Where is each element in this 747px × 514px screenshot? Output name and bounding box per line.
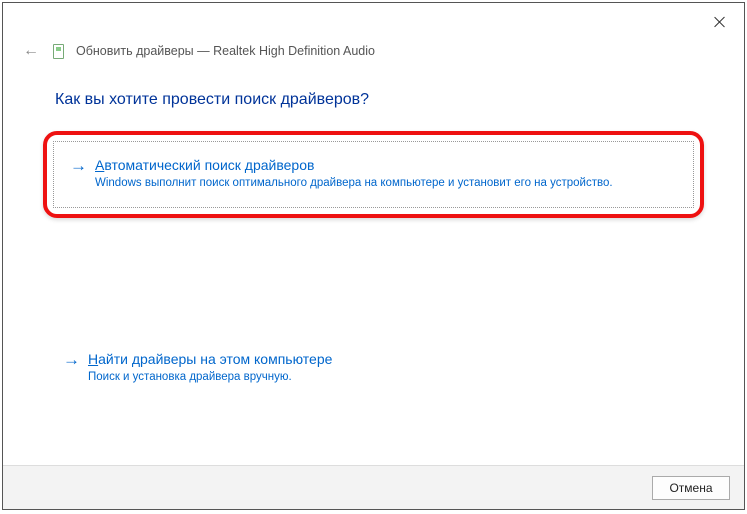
dialog-content: Как вы хотите провести поиск драйверов? … — [3, 71, 744, 401]
highlight-frame: → Автоматический поиск драйверов Windows… — [43, 131, 704, 218]
option-auto-search[interactable]: → Автоматический поиск драйверов Windows… — [53, 141, 694, 208]
option-desc: Поиск и установка драйвера вручную. — [88, 370, 684, 385]
dialog-header: ← Обновить драйверы — Realtek High Defin… — [3, 41, 744, 71]
option-body: Автоматический поиск драйверов Windows в… — [95, 156, 677, 191]
option-title: Автоматический поиск драйверов — [95, 156, 677, 174]
option-hotkey: Н — [88, 351, 98, 367]
cancel-button[interactable]: Отмена — [652, 476, 730, 500]
option-browse-computer[interactable]: → Найти драйверы на этом компьютере Поис… — [55, 336, 692, 401]
back-arrow-icon[interactable]: ← — [21, 41, 41, 61]
close-icon[interactable] — [714, 16, 726, 28]
titlebar — [3, 3, 744, 41]
spacer — [55, 218, 692, 336]
option-title-text: втоматический поиск драйверов — [104, 157, 314, 173]
dialog-footer: Отмена — [3, 465, 744, 509]
option-title: Найти драйверы на этом компьютере — [88, 350, 684, 368]
dialog-title: Обновить драйверы — Realtek High Definit… — [76, 44, 375, 58]
question-heading: Как вы хотите провести поиск драйверов? — [55, 91, 692, 109]
arrow-right-icon: → — [70, 157, 87, 175]
option-body: Найти драйверы на этом компьютере Поиск … — [88, 350, 684, 385]
option-title-text: айти драйверы на этом компьютере — [98, 351, 332, 367]
option-desc: Windows выполнит поиск оптимального драй… — [95, 176, 677, 191]
update-driver-dialog: ← Обновить драйверы — Realtek High Defin… — [2, 2, 745, 510]
arrow-right-icon: → — [63, 351, 80, 369]
option-hotkey: А — [95, 157, 104, 173]
device-icon — [53, 44, 64, 59]
